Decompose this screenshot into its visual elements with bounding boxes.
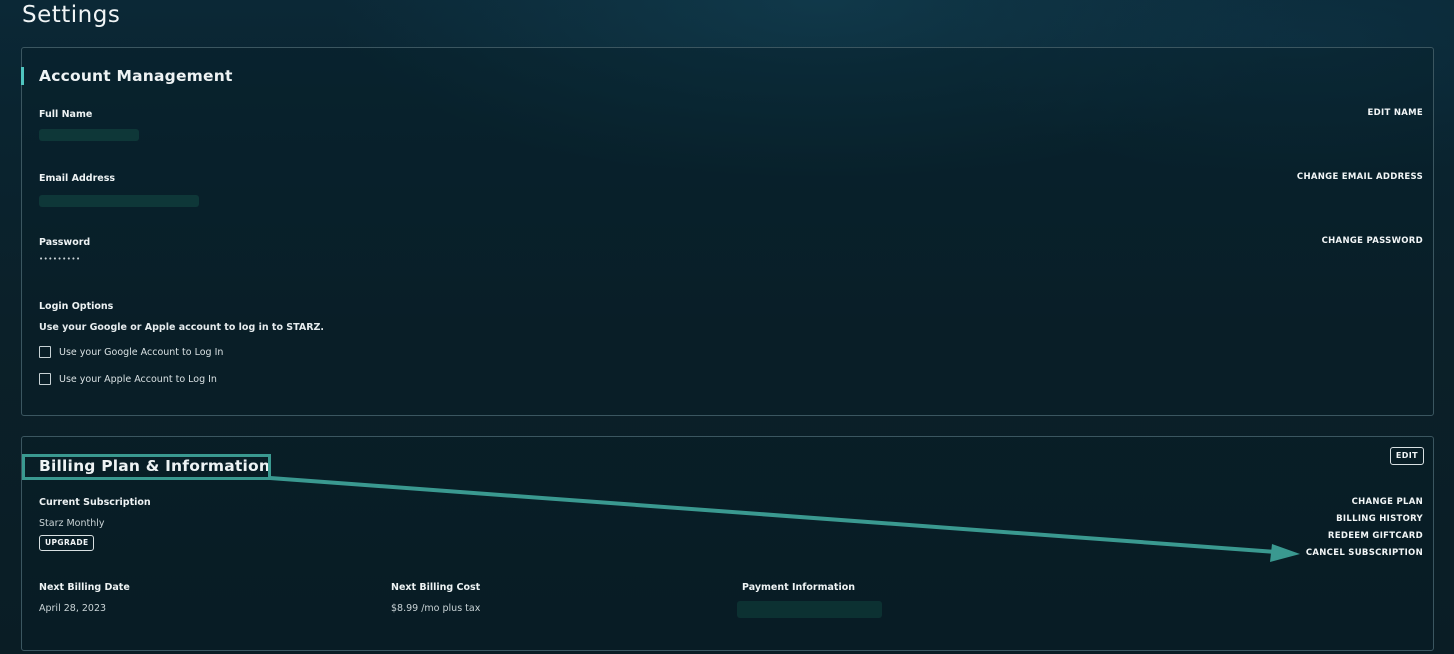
apple-login-label: Use your Apple Account to Log In: [59, 373, 217, 385]
payment-information-label: Payment Information: [742, 582, 856, 593]
annotation-highlight-box: [22, 454, 271, 480]
full-name-label: Full Name: [39, 109, 93, 120]
page-title: Settings: [22, 2, 121, 28]
login-options-label: Login Options: [39, 301, 114, 312]
account-management-title: Account Management: [39, 67, 233, 85]
next-billing-cost-label: Next Billing Cost: [391, 582, 481, 593]
section-accent-bar: [21, 67, 24, 85]
change-plan-link[interactable]: CHANGE PLAN: [1352, 497, 1423, 507]
account-management-panel: Account Management Full Name EDIT NAME E…: [21, 47, 1434, 416]
email-address-label: Email Address: [39, 173, 116, 184]
login-options-description: Use your Google or Apple account to log …: [39, 322, 325, 333]
next-billing-date-label: Next Billing Date: [39, 582, 130, 593]
redeem-giftcard-link[interactable]: REDEEM GIFTCARD: [1328, 531, 1423, 541]
cancel-subscription-link[interactable]: CANCEL SUBSCRIPTION: [1306, 548, 1423, 558]
apple-login-checkbox[interactable]: [39, 373, 51, 385]
billing-history-link[interactable]: BILLING HISTORY: [1336, 514, 1423, 524]
full-name-value-redacted: [39, 129, 139, 141]
password-label: Password: [39, 237, 91, 248]
email-value-redacted: [39, 195, 199, 207]
apple-login-option[interactable]: Use your Apple Account to Log In: [39, 373, 217, 385]
google-login-option[interactable]: Use your Google Account to Log In: [39, 346, 223, 358]
billing-edit-button[interactable]: EDIT: [1389, 447, 1424, 465]
next-billing-date-value: April 28, 2023: [39, 603, 107, 614]
change-email-link[interactable]: CHANGE EMAIL ADDRESS: [1297, 172, 1423, 182]
google-login-checkbox[interactable]: [39, 346, 51, 358]
password-value: •••••••••: [39, 255, 81, 263]
current-subscription-label: Current Subscription: [39, 497, 151, 508]
edit-name-link[interactable]: EDIT NAME: [1368, 108, 1423, 118]
upgrade-button[interactable]: UPGRADE: [39, 535, 95, 551]
next-billing-cost-value: $8.99 /mo plus tax: [391, 603, 481, 614]
change-password-link[interactable]: CHANGE PASSWORD: [1322, 236, 1423, 246]
google-login-label: Use your Google Account to Log In: [59, 346, 224, 358]
payment-information-redacted: [737, 601, 882, 618]
current-subscription-value: Starz Monthly: [39, 518, 105, 529]
